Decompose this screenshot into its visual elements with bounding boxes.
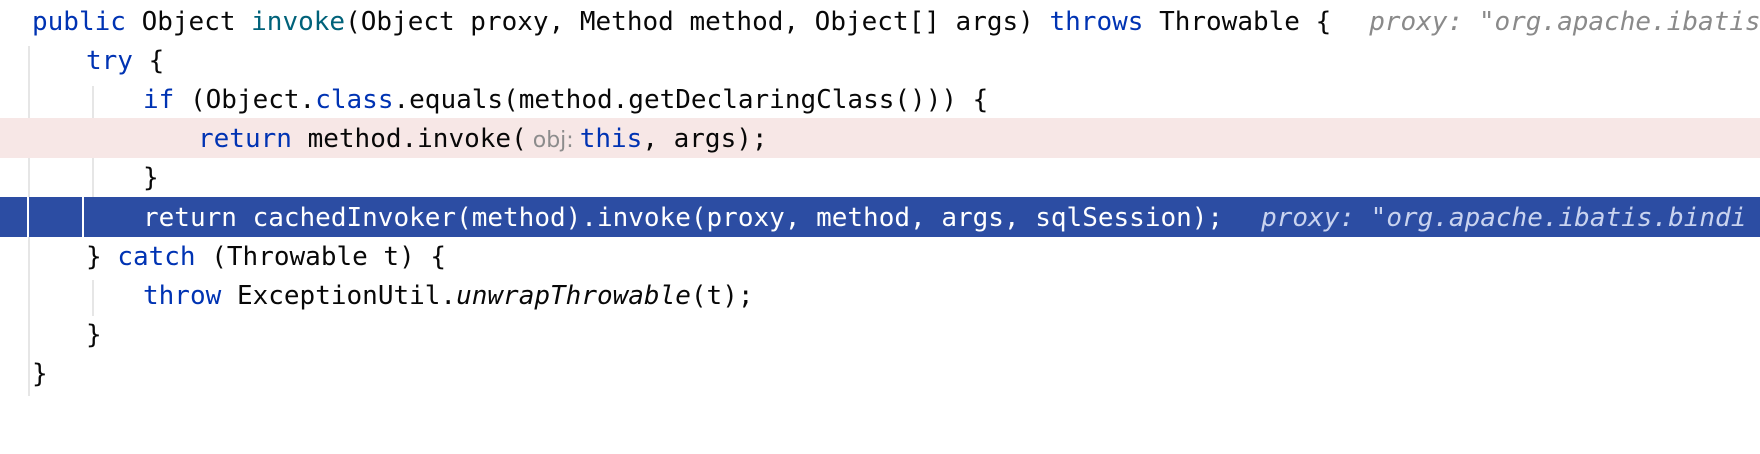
- keyword-class: class: [315, 85, 394, 115]
- brace: {: [148, 46, 165, 76]
- keyword-return: return: [198, 124, 292, 154]
- indent-guide: [82, 197, 84, 237]
- code-line[interactable]: }: [0, 352, 1760, 396]
- debug-value-hint: proxy: "org.apache.ibatis.bindi: [1261, 203, 1747, 233]
- code-line[interactable]: } catch (Throwable t) {: [0, 235, 1760, 279]
- code-text: .equals(method.getDeclaringClass())) {: [393, 85, 989, 115]
- keyword-throw: throw: [143, 281, 222, 311]
- code-text: return cachedInvoker(method).invoke(prox…: [143, 203, 1224, 233]
- static-method-call: unwrapThrowable: [456, 281, 691, 311]
- debug-value-hint: proxy: "org.apache.ibatis: [1369, 7, 1760, 37]
- current-execution-line[interactable]: return cachedInvoker(method).invoke(prox…: [0, 197, 1760, 237]
- brace: }: [32, 359, 48, 389]
- throwable-type: Throwable {: [1159, 7, 1332, 37]
- parameter-list: (Object proxy, Method method, Object[] a…: [345, 7, 1034, 37]
- breakpoint-line[interactable]: return method.invoke(obj: this, args);: [0, 118, 1760, 158]
- keyword-throws: throws: [1049, 7, 1144, 37]
- code-editor[interactable]: public Object invoke(Object proxy, Metho…: [0, 0, 1760, 454]
- type-object: Object: [141, 7, 236, 37]
- brace: }: [86, 320, 102, 350]
- indent-guide: [27, 197, 29, 237]
- code-line[interactable]: }: [0, 313, 1760, 357]
- keyword-public: public: [32, 7, 126, 37]
- code-line[interactable]: try {: [0, 39, 1760, 83]
- keyword-if: if: [143, 85, 175, 115]
- brace: }: [86, 242, 118, 272]
- parameter-name-hint: obj:: [532, 128, 574, 153]
- code-line[interactable]: }: [0, 156, 1760, 200]
- code-text: method.invoke(: [307, 124, 527, 154]
- code-text: (Object.: [189, 85, 316, 115]
- code-text: (t);: [690, 281, 754, 311]
- code-text: , args);: [642, 124, 768, 154]
- code-line[interactable]: throw ExceptionUtil.unwrapThrowable(t);: [0, 274, 1760, 318]
- code-text: ExceptionUtil.: [236, 281, 457, 311]
- code-text: (Throwable t) {: [211, 242, 447, 272]
- keyword-this: this: [579, 124, 643, 154]
- keyword-try: try: [86, 46, 133, 76]
- brace: }: [143, 163, 159, 193]
- code-line[interactable]: if (Object.class.equals(method.getDeclar…: [0, 78, 1760, 122]
- method-name-invoke: invoke: [251, 7, 346, 37]
- keyword-catch: catch: [117, 242, 196, 272]
- code-line[interactable]: public Object invoke(Object proxy, Metho…: [0, 0, 1760, 44]
